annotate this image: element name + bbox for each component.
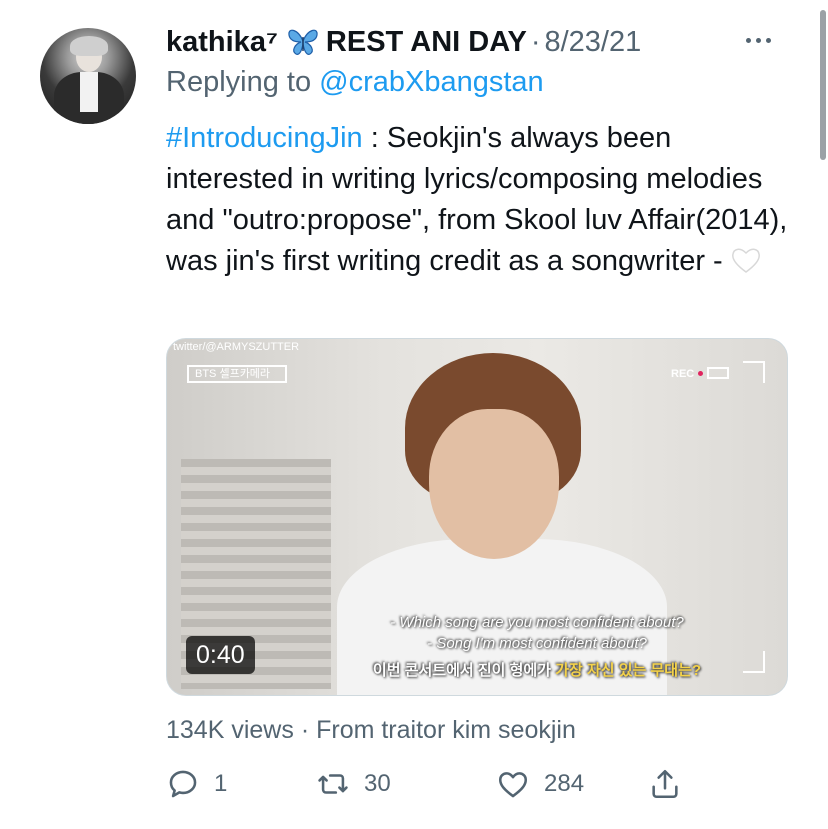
- author-name-suffix[interactable]: REST ANI DAY: [326, 26, 527, 59]
- share-button[interactable]: [648, 764, 682, 804]
- replying-to: Replying to @crabXbangstan: [166, 66, 544, 99]
- video-source-link[interactable]: From traitor kim seokjin: [316, 716, 576, 744]
- video-person-face: [429, 409, 559, 559]
- subtitle-line-3: 이번 콘서트에서 진이 형에가 가장 자신 있는 무대는?: [297, 659, 777, 680]
- replying-prefix: Replying to: [166, 66, 312, 98]
- video-views-line: 134K views · From traitor kim seokjin: [166, 716, 576, 745]
- replying-handle-link[interactable]: @crabXbangstan: [319, 66, 544, 98]
- subtitle-line-1: - Which song are you most confident abou…: [390, 614, 684, 631]
- subtitle-korean: 이번 콘서트에서 진이 형에가: [372, 662, 556, 679]
- like-count: 284: [544, 770, 585, 797]
- views-dot: ·: [300, 716, 310, 744]
- tweet-text: #IntroducingJin : Seokjin's always been …: [166, 118, 806, 282]
- more-options-icon[interactable]: [738, 30, 778, 50]
- author-avatar[interactable]: [40, 28, 136, 124]
- more-dot: [745, 37, 751, 43]
- tweet-header: kathika⁷ REST ANI DAY · 8/23/21: [166, 22, 641, 62]
- tweet-actions: 1 30 284: [160, 764, 700, 804]
- retweet-count: 30: [364, 770, 391, 797]
- avatar-shirt: [80, 72, 98, 112]
- subtitle-line-2: - Song I'm most confident about?: [427, 635, 647, 652]
- rec-label: REC: [671, 368, 695, 380]
- video-watermark: twitter/@ARMYSZUTTER: [173, 341, 300, 353]
- frame-corner: [743, 361, 765, 383]
- heart-icon: [498, 772, 528, 798]
- header-dot: ·: [530, 25, 541, 58]
- more-dot: [755, 37, 761, 43]
- hashtag-link[interactable]: #IntroducingJin: [166, 122, 363, 154]
- video-player[interactable]: twitter/@ARMYSZUTTER BTS 셀프카메라 REC - Whi…: [166, 338, 788, 696]
- subtitle-korean-highlight: 가장 자신 있는 무대는?: [555, 662, 702, 679]
- battery-icon: [707, 367, 730, 379]
- author-name[interactable]: kathika⁷: [166, 26, 278, 59]
- reply-count: 1: [214, 770, 228, 797]
- tweet-date[interactable]: 8/23/21: [544, 26, 641, 59]
- share-icon: [652, 769, 678, 799]
- more-dot: [765, 37, 771, 43]
- like-button[interactable]: 284: [496, 764, 584, 804]
- rec-indicator: REC: [671, 367, 751, 383]
- view-count: 134K views: [166, 716, 294, 744]
- white-heart-icon: [731, 248, 760, 273]
- video-duration-badge: 0:40: [186, 636, 255, 674]
- video-overlay-tag: BTS 셀프카메라: [187, 365, 287, 383]
- reply-icon: [169, 770, 197, 798]
- page-scrollbar[interactable]: [820, 10, 826, 160]
- avatar-hair: [70, 36, 108, 56]
- reply-button[interactable]: 1: [166, 764, 227, 804]
- retweet-button[interactable]: 30: [316, 764, 391, 804]
- blue-butterfly-icon: [288, 29, 318, 55]
- rec-dot-icon: [698, 371, 704, 376]
- retweet-icon: [318, 774, 348, 794]
